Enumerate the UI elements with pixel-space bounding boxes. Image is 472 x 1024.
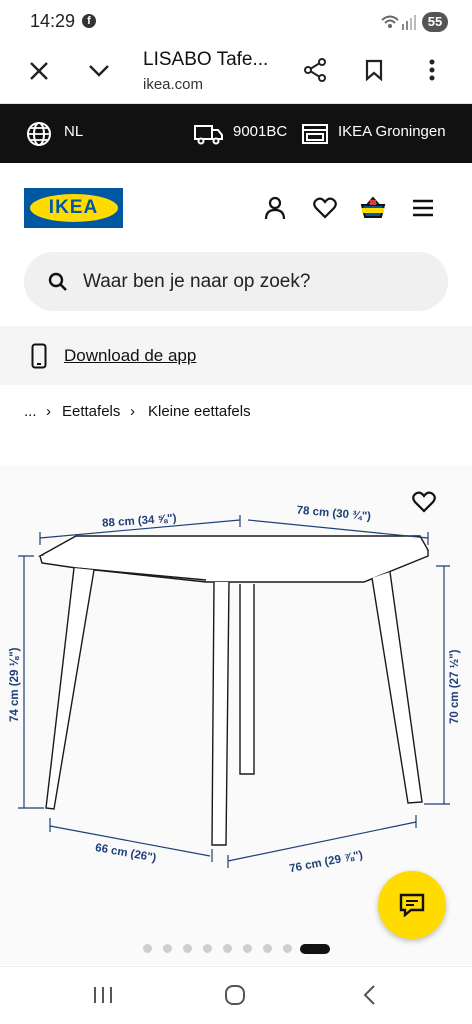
ikea-logo[interactable]: IKEA [24,188,123,228]
more-vertical-icon[interactable] [420,56,444,84]
browser-toolbar: LISABO Tafe... ikea.com [0,44,472,104]
carousel-dot[interactable] [243,944,252,953]
postal-code[interactable]: 9001BC [233,123,287,140]
chevron-right-icon: › [130,403,135,420]
search-icon [46,270,70,294]
close-icon[interactable] [26,58,52,84]
chat-button[interactable] [378,871,446,939]
page-url[interactable]: ikea.com [143,76,203,93]
home-icon[interactable] [222,983,248,1007]
search-placeholder: Waar ben je naar op zoek? [83,271,311,292]
carousel-dot[interactable] [143,944,152,953]
shopping-bag-icon[interactable] [358,195,388,221]
carousel-dot[interactable] [263,944,272,953]
breadcrumb-item-eettafels[interactable]: Eettafels [62,403,120,420]
store-icon[interactable] [301,121,329,147]
chat-icon [399,893,425,917]
breadcrumb-ellipsis[interactable]: ... [24,403,37,420]
favorite-heart-icon[interactable] [410,489,438,515]
download-app-banner[interactable]: Download de app [0,326,472,385]
facebook-notification-icon: f [82,14,96,28]
recent-apps-icon[interactable] [90,983,116,1007]
carousel-dot[interactable] [283,944,292,953]
chevron-down-icon[interactable] [86,58,112,84]
dimension-leg-depth: 76 cm (29 ⅞") [288,849,364,875]
language-selector[interactable]: NL [64,123,83,140]
globe-icon[interactable] [25,120,53,148]
screen: 14:29 f 55 LISABO Tafe... ikea.com NL 90… [0,0,472,1024]
battery-indicator: 55 [422,12,448,32]
search-input[interactable]: Waar ben je naar op zoek? [24,252,448,311]
carousel-dot-active[interactable] [300,944,330,954]
status-bar: 14:29 f 55 [0,0,472,44]
dimension-top-depth: 78 cm (30 ¾") [296,505,371,523]
carousel-dot[interactable] [163,944,172,953]
status-time: 14:29 [30,11,76,31]
bookmark-icon[interactable] [360,56,388,84]
location-bar: NL 9001BC IKEA Groningen [0,104,472,163]
back-icon[interactable] [356,983,382,1007]
chevron-right-icon: › [46,403,51,420]
carousel-dot[interactable] [183,944,192,953]
download-app-link[interactable]: Download de app [64,346,196,366]
user-icon[interactable] [262,195,288,221]
dimension-height-total: 74 cm (29 ⅛") [9,647,21,722]
logo-text: IKEA [29,194,118,222]
selected-store[interactable]: IKEA Groningen [338,123,446,140]
heart-icon[interactable] [311,195,339,221]
carousel-dot[interactable] [223,944,232,953]
menu-icon[interactable] [410,196,436,220]
system-navigation-bar [0,966,472,1024]
delivery-truck-icon[interactable] [194,121,224,147]
image-carousel-indicator [0,943,472,955]
share-icon[interactable] [301,56,329,84]
breadcrumb-item-kleine-eettafels[interactable]: Kleine eettafels [148,403,251,420]
dimension-height-under: 70 cm (27 ½") [449,649,461,724]
phone-icon [30,342,48,370]
carousel-dot[interactable] [203,944,212,953]
dimension-leg-width: 66 cm (26") [94,842,157,865]
page-title: LISABO Tafe... [143,49,269,70]
wifi-signal-icon [380,12,416,37]
